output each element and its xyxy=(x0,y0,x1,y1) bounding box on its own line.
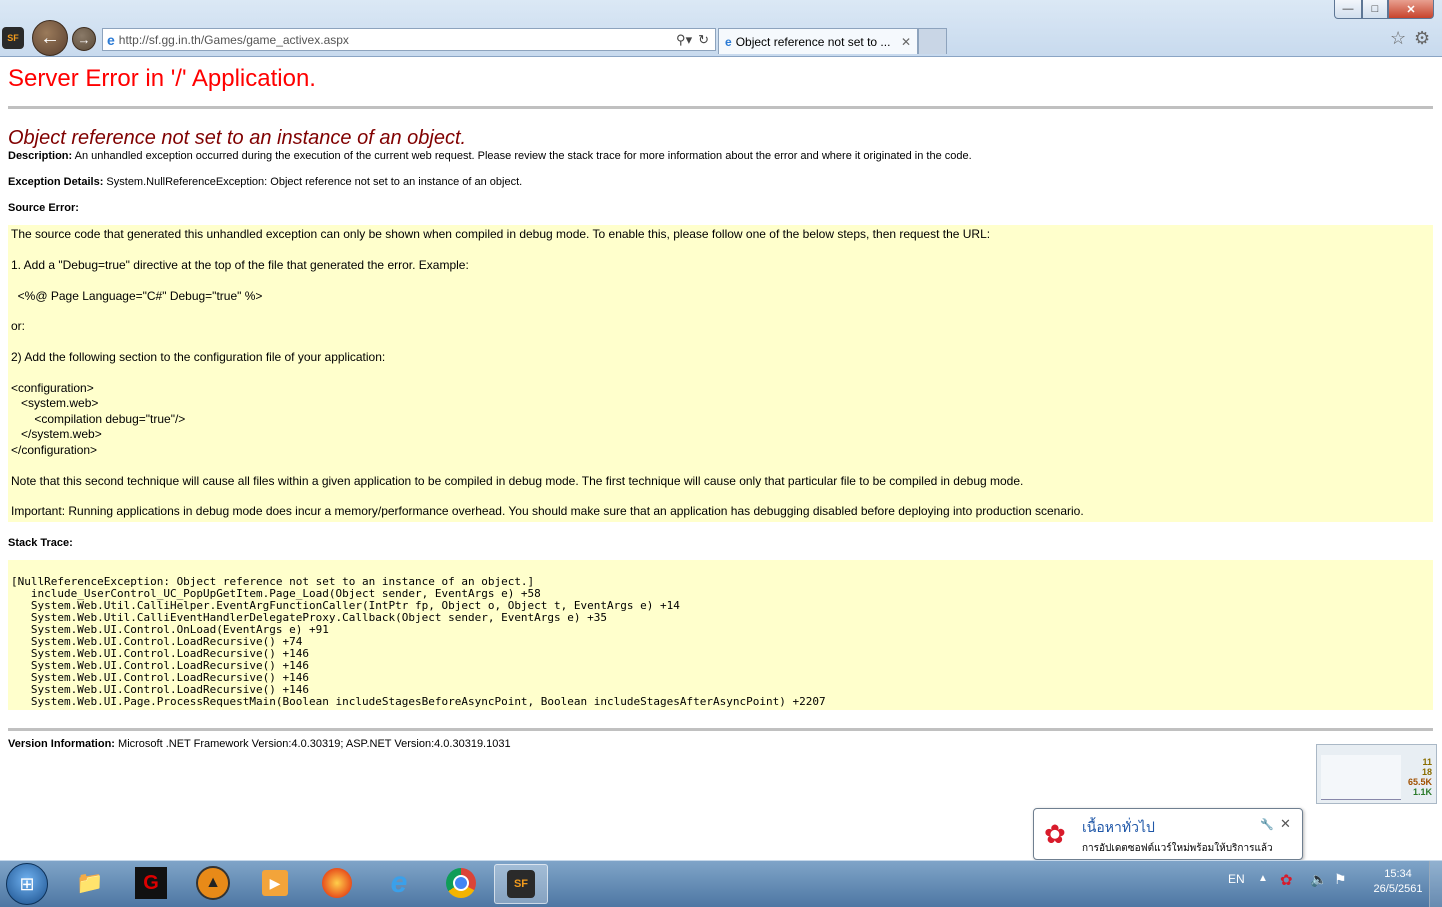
minimize-button[interactable]: — xyxy=(1334,0,1362,19)
monitor-stat: 11 xyxy=(1422,757,1432,767)
url-text[interactable]: http://sf.gg.in.th/Games/game_activex.as… xyxy=(119,33,676,47)
source-error-line: 1. Add a "Debug=true" directive at the t… xyxy=(11,257,469,272)
start-button[interactable]: ⊞ xyxy=(6,863,48,905)
back-button[interactable]: ← xyxy=(32,20,68,56)
forward-button[interactable]: → xyxy=(72,27,96,51)
description: Description: An unhandled exception occu… xyxy=(8,149,1433,163)
stack-trace-label: Stack Trace: xyxy=(8,536,73,549)
action-center-flag-icon[interactable]: ⚑ xyxy=(1334,871,1347,888)
internet-explorer-icon[interactable]: e xyxy=(373,864,425,902)
app-logo-icon: ✿ xyxy=(1044,819,1066,849)
description-label: Description: xyxy=(8,150,73,162)
monitor-graph xyxy=(1321,755,1401,800)
tab-close-icon[interactable]: ✕ xyxy=(901,35,911,49)
stack-trace-box: [NullReferenceException: Object referenc… xyxy=(8,559,1433,710)
show-hidden-icons-icon[interactable]: ▲ xyxy=(1258,873,1268,884)
monitor-stats: 11 18 65.5K 1.1K xyxy=(1408,757,1432,797)
show-desktop-button[interactable] xyxy=(1429,861,1442,907)
source-error-line: <%@ Page Language="C#" Debug="true" %> xyxy=(11,288,263,303)
search-icon[interactable]: ⚲▾ xyxy=(676,32,692,48)
ie-tab-icon: e xyxy=(725,34,732,49)
version-text: Microsoft .NET Framework Version:4.0.303… xyxy=(118,737,511,750)
taskbar: ⊞ 📁 G ▲ ▶ e SF EN ▲ ✿ 🔈 ⚑ 15:34 26/5/256… xyxy=(0,860,1442,907)
source-error-line: 2) Add the following section to the conf… xyxy=(11,350,386,365)
monitor-stat: 1.1K xyxy=(1412,787,1432,797)
stack-trace-text: [NullReferenceException: Object referenc… xyxy=(11,574,826,708)
tab-active[interactable]: e Object reference not set to ... ✕ xyxy=(718,28,918,54)
clock-time: 15:34 xyxy=(1384,868,1412,880)
window-controls: — □ ✕ xyxy=(1334,0,1434,19)
title-divider xyxy=(8,106,1433,109)
close-button[interactable]: ✕ xyxy=(1388,0,1434,19)
version-info: Version Information: Microsoft .NET Fram… xyxy=(8,737,1433,751)
address-bar[interactable]: e http://sf.gg.in.th/Games/game_activex.… xyxy=(102,28,716,51)
exception-details: Exception Details: System.NullReferenceE… xyxy=(8,175,1433,189)
close-icon[interactable]: ✕ xyxy=(1280,816,1291,832)
favorites-star-icon[interactable]: ☆ xyxy=(1390,28,1406,49)
description-text: An unhandled exception occurred during t… xyxy=(74,150,972,162)
monitor-stat: 65.5K xyxy=(1407,777,1432,787)
page-content: Server Error in '/' Application. Object … xyxy=(8,60,1433,751)
language-indicator[interactable]: EN xyxy=(1228,872,1245,886)
windows-logo-icon: ⊞ xyxy=(19,873,35,894)
wrench-icon[interactable]: 🔧 xyxy=(1260,818,1274,831)
browser-chrome: — □ ✕ SF ← → e http://sf.gg.in.th/Games/… xyxy=(0,0,1442,57)
source-error-line: The source code that generated this unha… xyxy=(11,227,991,241)
media-app-icon[interactable]: ▲ xyxy=(187,864,239,902)
maximize-button[interactable]: □ xyxy=(1362,0,1388,19)
clock-date: 26/5/2561 xyxy=(1373,883,1423,895)
refresh-icon[interactable]: ↻ xyxy=(698,32,709,48)
version-divider xyxy=(8,727,1433,731)
version-label: Version Information: xyxy=(8,737,115,750)
system-monitor-widget[interactable]: 11 18 65.5K 1.1K xyxy=(1316,744,1437,804)
notification-title: เนื้อหาทั่วไป xyxy=(1082,819,1155,835)
sf-logo-icon: SF xyxy=(2,27,24,49)
sf-game-icon[interactable]: SF xyxy=(494,864,548,904)
volume-icon[interactable]: 🔈 xyxy=(1310,871,1327,888)
page-title: Server Error in '/' Application. xyxy=(8,65,316,92)
notification-balloon[interactable]: ✿ เนื้อหาทั่วไป การอัปเดตซอฟต์แวร์ใหม่พร… xyxy=(1033,808,1303,860)
exception-label: Exception Details: xyxy=(8,176,104,188)
arrow-right-icon: → xyxy=(77,31,91,47)
gear-icon[interactable]: ⚙ xyxy=(1414,28,1430,49)
chrome-icon[interactable] xyxy=(435,864,487,902)
source-error-line: Note that this second technique will cau… xyxy=(11,473,1024,488)
exception-text: System.NullReferenceException: Object re… xyxy=(106,176,523,188)
new-tab-button[interactable] xyxy=(918,28,947,54)
garena-icon[interactable]: G xyxy=(125,864,177,902)
config-snippet: <configuration> <system.web> <compilatio… xyxy=(11,381,186,457)
source-error-label: Source Error: xyxy=(8,202,79,214)
source-error-box: The source code that generated this unha… xyxy=(8,225,1433,522)
tray-app-icon[interactable]: ✿ xyxy=(1280,871,1293,889)
clock[interactable]: 15:34 26/5/2561 xyxy=(1368,867,1428,897)
error-message: Object reference not set to an instance … xyxy=(8,127,467,149)
notification-body: การอัปเดตซอฟต์แวร์ใหม่พร้อมให้บริการแล้ว xyxy=(1082,843,1273,854)
arrow-left-icon: ← xyxy=(40,26,60,49)
tab-label: Object reference not set to ... xyxy=(735,34,891,49)
explorer-icon[interactable]: 📁 xyxy=(64,864,116,902)
source-error-line: Important: Running applications in debug… xyxy=(11,504,1084,519)
media-player-icon[interactable]: ▶ xyxy=(249,864,301,902)
ie-page-icon: e xyxy=(107,31,115,48)
firefox-icon[interactable] xyxy=(311,864,363,902)
source-error-line: or: xyxy=(11,319,26,334)
monitor-stat: 18 xyxy=(1421,767,1432,777)
